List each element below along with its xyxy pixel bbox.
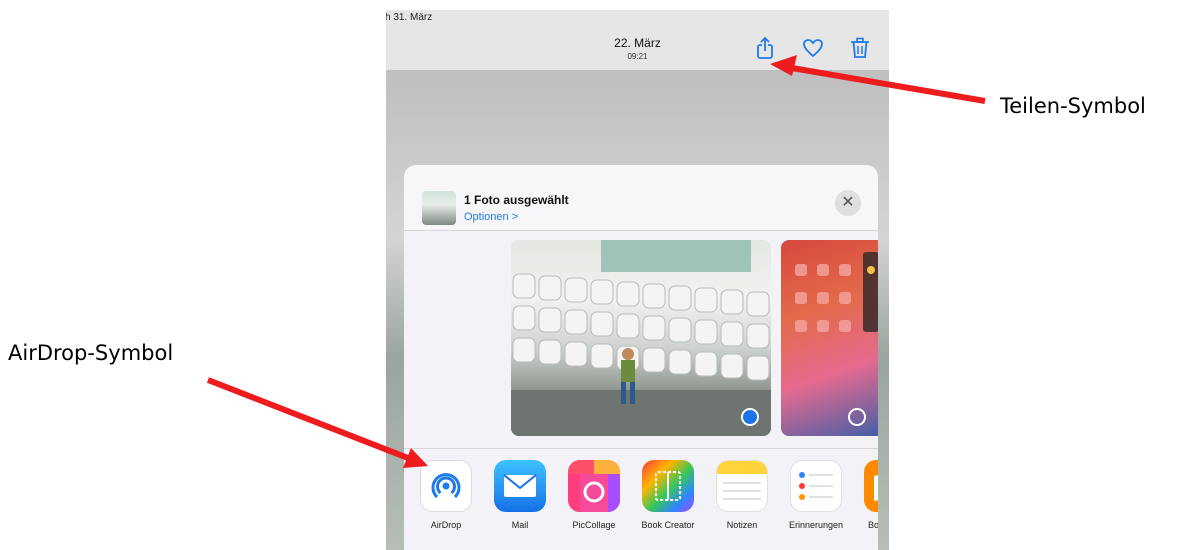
app-books[interactable]: Bo <box>862 460 878 540</box>
heart-icon[interactable] <box>801 36 825 60</box>
selection-title: 1 Foto ausgewählt <box>464 193 569 207</box>
app-airdrop[interactable]: AirDrop <box>418 460 474 540</box>
app-label: PicCollage <box>572 520 616 530</box>
piccollage-icon <box>568 460 620 512</box>
photo-preview-selected[interactable] <box>511 240 771 436</box>
app-mail[interactable]: Mail <box>492 460 548 540</box>
share-apps-row: AirDrop Mail PicCollage Book Creator Not… <box>404 448 878 550</box>
app-label: Book Creator <box>641 520 695 530</box>
book-creator-icon <box>642 460 694 512</box>
photo-preview-next[interactable] <box>781 240 878 436</box>
share-sheet: 1 Foto ausgewählt Optionen > ✕ AirDrop M… <box>404 165 878 550</box>
airdrop-symbol-label: AirDrop-Symbol <box>8 341 174 365</box>
app-label: AirDrop <box>430 520 462 530</box>
app-label: Mail <box>511 520 529 530</box>
app-piccollage[interactable]: PicCollage <box>566 460 622 540</box>
app-label: Bo <box>868 520 878 530</box>
app-book-creator[interactable]: Book Creator <box>640 460 696 540</box>
app-label: Erinnerungen <box>788 520 844 530</box>
books-icon <box>864 460 878 512</box>
trash-icon[interactable] <box>848 36 872 60</box>
selected-photo-thumbnail <box>422 191 456 225</box>
app-reminders[interactable]: Erinnerungen <box>788 460 844 540</box>
mail-icon <box>494 460 546 512</box>
airdrop-icon <box>420 460 472 512</box>
photos-toolbar: ch 31. März 22. März 09:21 <box>386 10 889 71</box>
ipad-screenshot: ch 31. März 22. März 09:21 <box>386 10 889 550</box>
selected-check-icon <box>741 408 759 426</box>
back-label[interactable]: ch 31. März <box>386 12 432 23</box>
unselected-check-icon <box>848 408 866 426</box>
options-link[interactable]: Optionen > <box>464 211 518 223</box>
close-button[interactable]: ✕ <box>835 190 861 216</box>
share-icon[interactable] <box>753 36 777 60</box>
app-label: Notizen <box>726 520 758 530</box>
reminders-icon <box>790 460 842 512</box>
share-symbol-label: Teilen-Symbol <box>1000 94 1146 118</box>
share-sheet-header: 1 Foto ausgewählt Optionen > ✕ <box>404 165 878 231</box>
notes-icon <box>716 460 768 512</box>
app-notes[interactable]: Notizen <box>714 460 770 540</box>
